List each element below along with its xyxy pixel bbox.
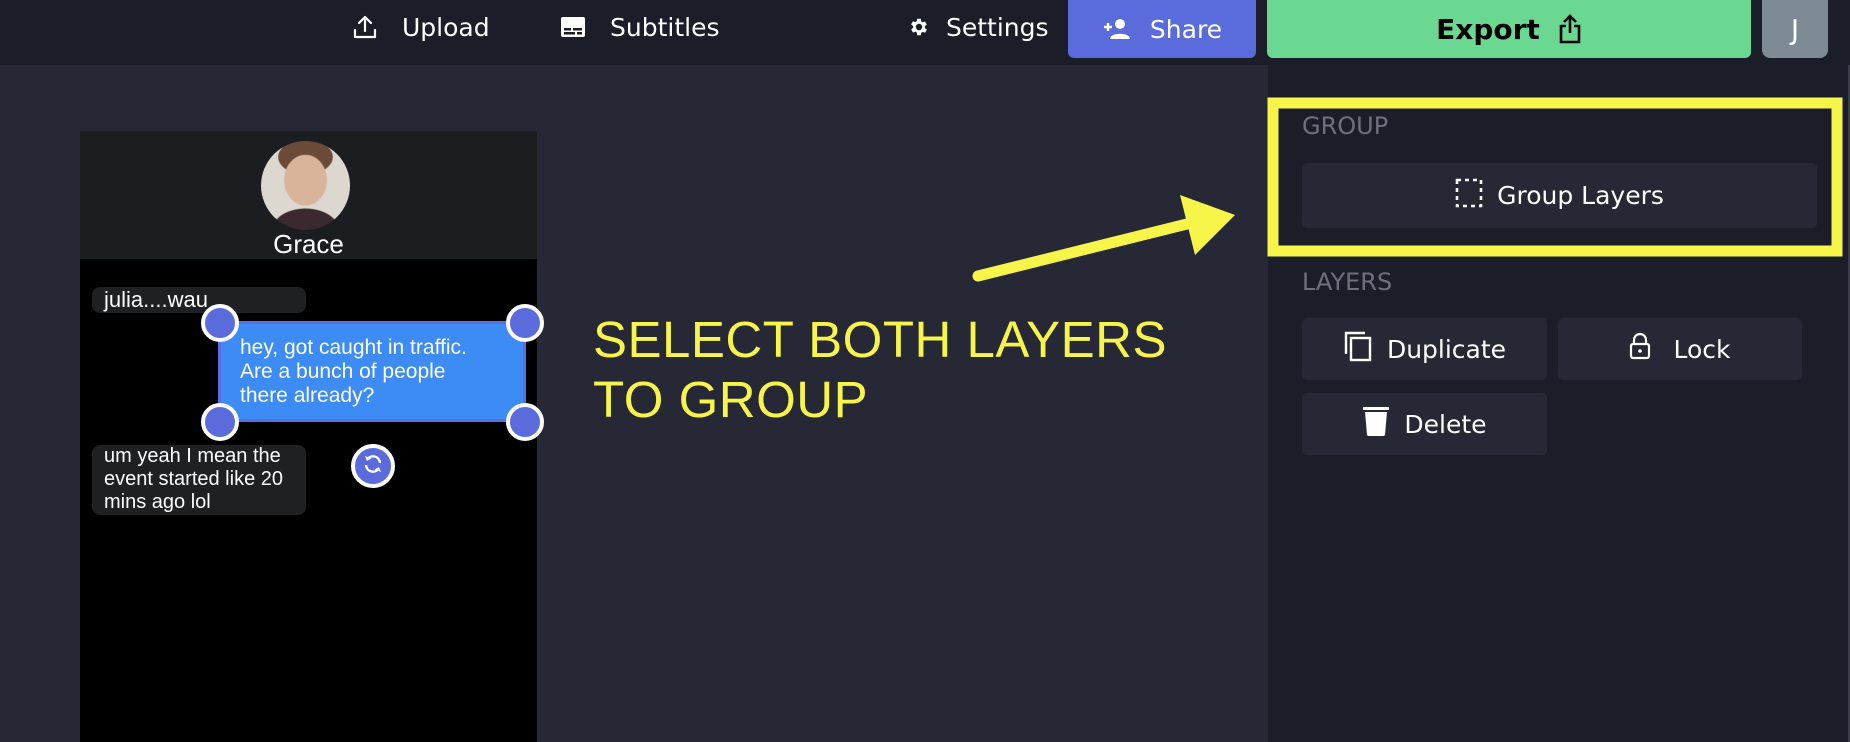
duplicate-label: Duplicate	[1386, 334, 1507, 364]
upload-icon	[352, 14, 378, 40]
delete-button[interactable]: Delete	[1302, 393, 1547, 455]
export-button[interactable]: Export	[1267, 0, 1751, 58]
message-line: Are a bunch of people	[240, 360, 446, 383]
export-share-icon	[1558, 14, 1582, 44]
duplicate-icon	[1343, 330, 1373, 368]
lock-icon	[1629, 332, 1651, 366]
settings-label: Settings	[946, 12, 1049, 42]
annotation-highlight-box	[1267, 97, 1843, 257]
annotation-line: TO GROUP	[593, 371, 869, 428]
settings-button[interactable]: Settings	[908, 0, 1049, 54]
resize-handle-top-right[interactable]	[506, 304, 544, 342]
avatar-initial: J	[1790, 12, 1800, 46]
lock-button[interactable]: Lock	[1558, 318, 1802, 380]
layers-section-label: LAYERS	[1302, 268, 1393, 296]
trash-icon	[1362, 405, 1390, 443]
message-bubble-sent-selected[interactable]: hey, got caught in traffic. Are a bunch …	[218, 321, 526, 422]
subtitles-button[interactable]: Subtitles	[560, 0, 720, 54]
share-label: Share	[1149, 14, 1223, 44]
message-bubble-received[interactable]: um yeah I mean the event started like 20…	[92, 445, 306, 515]
tutorial-annotation: SELECT BOTH LAYERS TO GROUP	[593, 310, 1167, 430]
upload-label: Upload	[402, 12, 490, 42]
lock-label: Lock	[1673, 334, 1731, 364]
share-button[interactable]: Share	[1068, 0, 1256, 58]
resize-handle-top-left[interactable]	[201, 304, 239, 342]
video-canvas[interactable]: Grace julia....wau hey, got caught in tr…	[80, 131, 544, 742]
subtitles-label: Subtitles	[610, 12, 720, 42]
annotation-line: SELECT BOTH LAYERS	[593, 311, 1167, 368]
message-line: there already?	[240, 384, 375, 407]
contact-name: Grace	[273, 229, 344, 259]
user-avatar[interactable]: J	[1762, 0, 1828, 58]
delete-label: Delete	[1404, 409, 1487, 439]
message-line: hey, got caught in traffic.	[240, 336, 467, 359]
rotate-handle[interactable]	[351, 444, 395, 488]
rotate-icon	[361, 452, 385, 480]
message-line: um yeah I mean the	[104, 445, 281, 467]
add-person-icon	[1102, 18, 1132, 40]
message-line: mins ago lol	[104, 491, 211, 513]
chat-header: Grace	[80, 131, 537, 259]
duplicate-button[interactable]: Duplicate	[1302, 318, 1547, 380]
annotation-arrow	[972, 195, 1235, 282]
resize-handle-bottom-left[interactable]	[201, 403, 239, 441]
gear-icon	[908, 16, 930, 38]
message-line: event started like 20	[104, 468, 283, 490]
resize-handle-bottom-right[interactable]	[506, 403, 544, 441]
subtitles-icon	[560, 16, 586, 38]
top-toolbar: Upload Subtitles Settings Share Export J	[0, 0, 1850, 65]
contact-avatar	[261, 141, 350, 230]
upload-button[interactable]: Upload	[352, 0, 490, 54]
export-label: Export	[1436, 12, 1540, 46]
message-bubble-received[interactable]: julia....wau	[92, 287, 306, 313]
